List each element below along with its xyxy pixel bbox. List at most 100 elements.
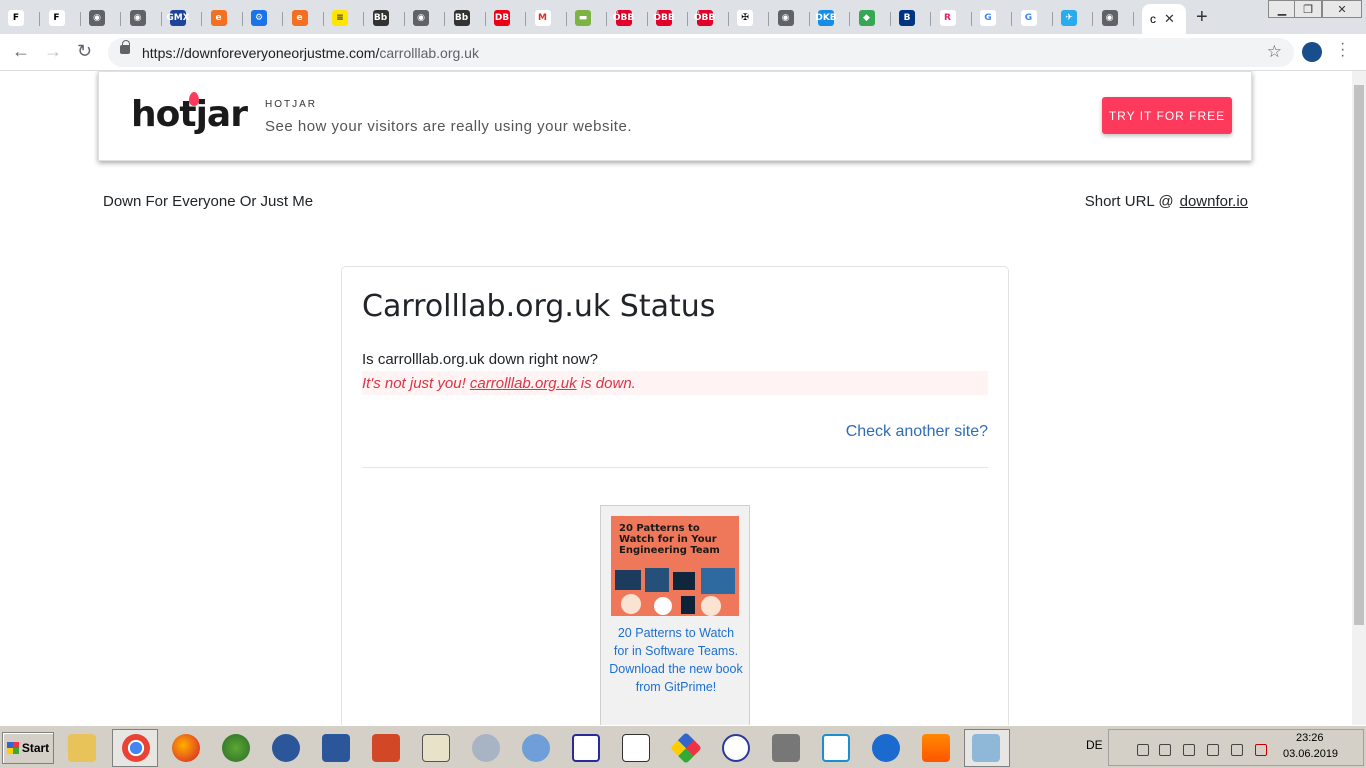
chrome-icon[interactable] — [122, 734, 150, 762]
active-browser-tab[interactable]: c ✕ — [1142, 4, 1186, 34]
tab-favicon-icon: ◉ — [1101, 10, 1118, 26]
short-url: Short URL @ downfor.io — [1085, 193, 1248, 210]
remote-app-icon[interactable] — [822, 734, 850, 762]
new-tab-button[interactable]: + — [1196, 6, 1208, 29]
browser-tab[interactable]: ÖBB — [689, 4, 729, 32]
tab-favicon-icon: ÖBB — [694, 10, 715, 26]
tab-favicon-icon: DKB — [815, 10, 837, 26]
check-another-site-link[interactable]: Check another site? — [846, 423, 988, 441]
browser-tab[interactable]: ÖBB — [648, 4, 688, 32]
bookmark-star-icon[interactable]: ☆ — [1267, 42, 1282, 62]
browser-tab[interactable]: ◉ — [1094, 4, 1134, 32]
language-indicator[interactable]: DE — [1086, 738, 1103, 752]
short-url-link[interactable]: downfor.io — [1180, 193, 1248, 210]
firefox-icon[interactable] — [172, 734, 200, 762]
close-tab-icon[interactable]: ✕ — [1164, 11, 1175, 27]
clock-time[interactable]: 23:26 — [1296, 732, 1324, 744]
browser-tab[interactable]: DKB — [810, 4, 850, 32]
dropbox-icon[interactable] — [1137, 744, 1149, 756]
browser-tab[interactable]: ⚙ — [243, 4, 283, 32]
vlc-icon[interactable] — [922, 734, 950, 762]
browser-tab[interactable]: Bb — [446, 4, 486, 32]
windows-logo-icon — [6, 742, 19, 754]
close-window-button[interactable]: ✕ — [1322, 0, 1362, 18]
gimp-icon[interactable] — [772, 734, 800, 762]
address-bar[interactable]: https://downforeveryoneorjustme.com/carr… — [108, 38, 1294, 67]
tab-favicon-icon: F — [48, 10, 65, 26]
browser-tab[interactable]: F — [41, 4, 81, 32]
tab-favicon-icon: ◉ — [89, 10, 105, 26]
flag-icon[interactable] — [1159, 744, 1171, 756]
promo-book-cover[interactable]: 20 Patterns to Watch for in Your Enginee… — [611, 516, 739, 616]
rstudio-icon[interactable] — [522, 734, 550, 762]
browser-tab[interactable]: Bb — [365, 4, 405, 32]
browser-tab[interactable]: ◉ — [122, 4, 162, 32]
network-app-icon[interactable] — [722, 734, 750, 762]
clock-date[interactable]: 03.06.2019 — [1283, 748, 1338, 760]
powerpoint-icon[interactable] — [372, 734, 400, 762]
lock-icon[interactable] — [120, 40, 130, 54]
browser-tab[interactable]: ◉ — [81, 4, 121, 32]
browser-tab[interactable]: G — [972, 4, 1012, 32]
browser-tab[interactable]: G — [1013, 4, 1053, 32]
status-question: Is carrolllab.org.uk down right now? — [362, 351, 598, 368]
writer-icon[interactable] — [272, 734, 300, 762]
verdict-domain-link[interactable]: carrolllab.org.uk — [470, 375, 577, 392]
browser-tab[interactable]: ✈ — [1053, 4, 1093, 32]
url-text[interactable]: https://downforeveryoneorjustme.com/carr… — [142, 45, 479, 61]
tab-favicon-icon: ÖBB — [653, 10, 675, 26]
cross-app-icon[interactable] — [622, 734, 650, 762]
globe-icon[interactable] — [222, 734, 250, 762]
site-name-link[interactable]: Down For Everyone Or Just Me — [103, 193, 313, 210]
promo-text[interactable]: 20 Patterns to Watch for in Software Tea… — [609, 624, 743, 696]
status-verdict: It's not just you! carrolllab.org.uk is … — [362, 371, 988, 395]
browser-tab[interactable]: ≡ — [324, 4, 364, 32]
browser-tab[interactable]: ÖBB — [608, 4, 648, 32]
browser-tab[interactable]: F — [0, 4, 40, 32]
file-explorer-icon[interactable] — [68, 734, 96, 762]
battery-icon[interactable] — [1231, 744, 1243, 756]
try-free-button[interactable]: TRY IT FOR FREE — [1102, 97, 1232, 134]
music-note-icon[interactable] — [872, 734, 900, 762]
browser-tab[interactable]: B — [891, 4, 931, 32]
browser-tab[interactable]: M — [527, 4, 567, 32]
restore-button[interactable]: ❐ — [1294, 0, 1322, 18]
browser-tab[interactable]: ◉ — [405, 4, 445, 32]
back-icon[interactable]: ← — [12, 41, 30, 62]
tab-favicon-icon: ÖBB — [613, 10, 634, 26]
browser-tab[interactable]: e — [284, 4, 324, 32]
reload-icon[interactable]: ↻ — [77, 41, 92, 62]
hotjar-ad-banner[interactable]: hotjar HOTJAR See how your visitors are … — [98, 71, 1252, 161]
browser-tab[interactable]: R — [932, 4, 972, 32]
uci-icon[interactable] — [572, 734, 600, 762]
tab-favicon-icon: B — [899, 10, 915, 26]
browser-tab[interactable]: ▬ — [567, 4, 607, 32]
word-icon[interactable] — [322, 734, 350, 762]
tab-favicon-icon: e — [210, 10, 227, 26]
diamond-app-icon[interactable] — [670, 732, 702, 764]
menu-icon[interactable]: · · · — [1340, 36, 1345, 64]
active-tab-label: c — [1150, 12, 1156, 26]
browser-tab[interactable]: ◆ — [851, 4, 891, 32]
r-icon[interactable] — [472, 734, 500, 762]
tab-favicon-icon: ✠ — [737, 10, 753, 26]
antivirus-icon[interactable] — [1255, 744, 1267, 756]
page-scrollbar[interactable] — [1352, 71, 1366, 725]
volume-icon[interactable] — [1207, 744, 1219, 756]
profile-avatar[interactable] — [1302, 42, 1322, 62]
browser-tab[interactable]: ✠ — [729, 4, 769, 32]
notepad-icon[interactable] — [972, 734, 1000, 762]
browser-tab[interactable]: e — [203, 4, 243, 32]
minimize-button[interactable]: ▁ — [1268, 0, 1296, 18]
scrollbar-thumb[interactable] — [1354, 85, 1364, 625]
chart-app-icon[interactable] — [422, 734, 450, 762]
start-button[interactable]: Start — [2, 732, 54, 764]
browser-tab[interactable]: GMX — [162, 4, 202, 32]
promo-box[interactable]: 20 Patterns to Watch for in Your Enginee… — [600, 505, 750, 725]
signal-icon[interactable] — [1183, 744, 1195, 756]
browser-tab[interactable]: ◉ — [770, 4, 810, 32]
flame-icon — [189, 92, 199, 106]
forward-icon[interactable]: → — [44, 41, 62, 62]
browser-tab[interactable]: DB — [486, 4, 526, 32]
tab-favicon-icon: ◆ — [858, 10, 875, 26]
